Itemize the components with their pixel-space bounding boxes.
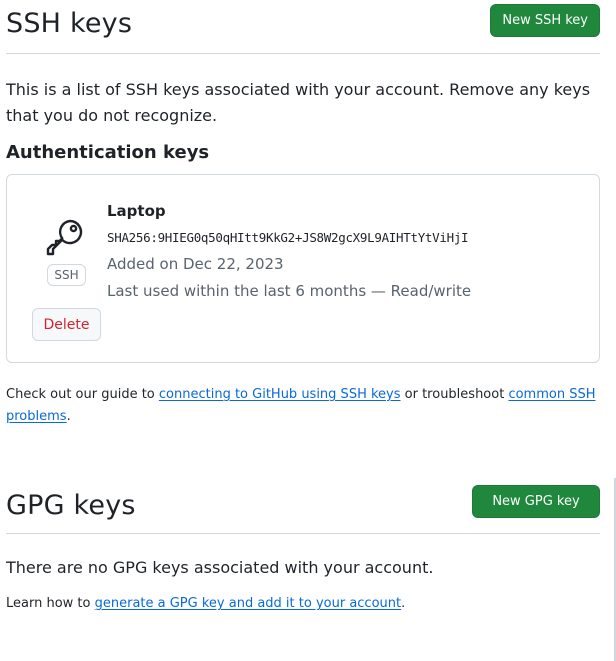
ssh-type-badge: SSH (47, 264, 86, 286)
new-gpg-key-button[interactable]: New GPG key (472, 485, 600, 518)
authentication-keys-heading: Authentication keys (6, 142, 210, 163)
key-last-used: Last used within the last 6 months — Rea… (107, 282, 472, 300)
key-added-date: Added on Dec 22, 2023 (107, 255, 284, 273)
key-title: Laptop (107, 202, 166, 220)
ssh-keys-intro: This is a list of SSH keys associated wi… (6, 80, 591, 125)
gpg-help-prefix: Learn how to (6, 596, 95, 611)
gpg-keys-header: GPG keys New GPG key (6, 478, 600, 534)
generate-gpg-key-link[interactable]: generate a GPG key and add it to your ac… (95, 596, 402, 611)
gpg-empty-message: There are no GPG keys associated with yo… (6, 558, 434, 577)
key-fingerprint: SHA256:9HIEG0q50qHItt9KkG2+JS8W2gcX9L9AI… (107, 230, 469, 245)
settings-page: SSH keys New SSH key This is a list of S… (0, 0, 616, 661)
delete-key-button[interactable]: Delete (32, 308, 101, 341)
ssh-keys-title: SSH keys (6, 8, 133, 39)
ssh-help-text: Check out our guide to connecting to Git… (6, 384, 606, 428)
gpg-help-text: Learn how to generate a GPG key and add … (6, 596, 405, 611)
ssh-help-prefix: Check out our guide to (6, 387, 159, 402)
gpg-help-suffix: . (401, 596, 406, 611)
ssh-help-middle: or troubleshoot (400, 387, 509, 402)
ssh-guide-link[interactable]: connecting to GitHub using SSH keys (159, 387, 401, 402)
ssh-keys-header: SSH keys New SSH key (6, 0, 600, 54)
gpg-keys-title: GPG keys (6, 490, 136, 521)
ssh-help-suffix: . (66, 409, 71, 424)
new-ssh-key-button[interactable]: New SSH key (490, 4, 600, 37)
key-icon (41, 215, 87, 261)
